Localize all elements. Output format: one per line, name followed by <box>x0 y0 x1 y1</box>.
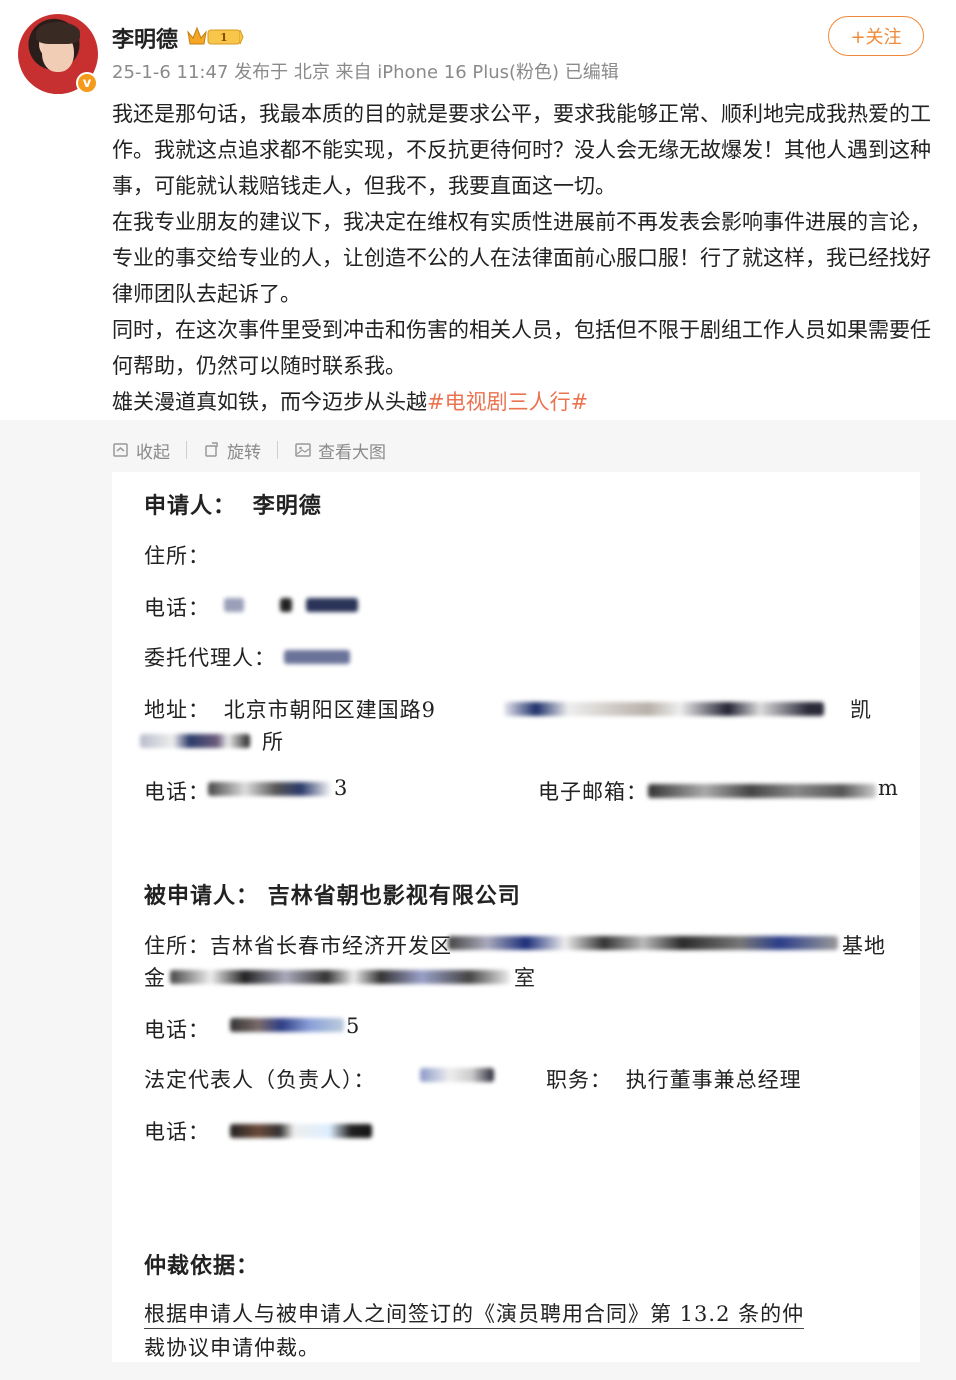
applicant-label: 申请人： <box>144 493 237 519</box>
phone-label: 电话： <box>144 596 210 620</box>
svg-text:1: 1 <box>220 31 228 44</box>
rotate-icon <box>205 442 218 457</box>
vip-crown-icon[interactable]: 1 <box>186 24 244 48</box>
post-text: 我还是那句话，我最本质的目的就是要求公平，要求我能够正常、顺利地完成我热爱的工作… <box>112 96 932 420</box>
respondent-residence: 住所：吉林省长春市经济开发区 <box>144 934 452 958</box>
respondent-line: 被申请人： 吉林省朝也影视有限公司 <box>144 878 521 910</box>
legal-rep-label: 法定代表人（负责人）： <box>144 1068 376 1092</box>
redaction <box>420 1068 494 1082</box>
arbitration-document-image[interactable]: 申请人： 李明德 住所： 电话： 委托代理人： 地址： 北京市朝阳区建国路9 凯… <box>112 472 920 1362</box>
image-toolbar: 收起 旋转 查看大图 <box>112 436 386 464</box>
redaction <box>224 598 244 612</box>
hashtag-link[interactable]: #电视剧三人行# <box>427 390 588 414</box>
rotate-label: 旋转 <box>227 442 261 463</box>
collapse-icon <box>113 443 128 457</box>
redaction <box>230 1018 344 1032</box>
post-meta: 25-1-6 11:47 发布于 北京 来自 iPhone 16 Plus(粉色… <box>112 62 619 83</box>
respondent-phone-label: 电话： <box>144 1018 210 1042</box>
basis-label: 仲裁依据： <box>144 1253 260 1279</box>
redaction <box>306 598 358 612</box>
divider <box>277 441 278 459</box>
legal-phone-label: 电话： <box>144 1120 210 1144</box>
email-end: m <box>878 776 899 800</box>
redaction <box>170 970 510 984</box>
respondent-phone-end: 5 <box>346 1014 361 1038</box>
respondent-name: 吉林省朝也影视有限公司 <box>267 883 521 909</box>
avatar-hair <box>36 22 80 44</box>
view-large-button[interactable]: 查看大图 <box>294 438 386 463</box>
redaction <box>284 650 350 664</box>
post-paragraph: 我还是那句话，我最本质的目的就是要求公平，要求我能够正常、顺利地完成我热爱的工作… <box>112 102 931 198</box>
redaction <box>280 598 292 612</box>
address-value: 北京市朝阳区建国路9 <box>223 698 437 722</box>
respondent-residence-line2: 金 <box>144 966 166 990</box>
phone2-label: 电话： <box>144 780 210 804</box>
post-paragraph: 同时，在这次事件里受到冲击和伤害的相关人员，包括但不限于剧组工作人员如果需要任何… <box>112 318 931 378</box>
rotate-button[interactable]: 旋转 <box>203 438 261 463</box>
address-end: 凯 <box>850 698 872 722</box>
redaction <box>504 702 824 716</box>
post-paragraph: 在我专业朋友的建议下，我决定在维权有实质性进展前不再发表会影响事件进展的言论，专… <box>112 210 931 306</box>
follow-button[interactable]: +关注 <box>828 16 924 56</box>
post-paragraph: 雄关漫道真如铁，而今迈步从头越#电视剧三人行# <box>112 384 932 420</box>
residence-label: 住所： <box>144 544 210 568</box>
applicant-line: 申请人： 李明德 <box>144 488 322 520</box>
address-line: 地址： 北京市朝阳区建国路9 <box>144 694 436 724</box>
redaction <box>208 782 332 796</box>
respondent-label: 被申请人： <box>144 883 260 909</box>
position-line: 职务： 执行董事兼总经理 <box>546 1064 802 1094</box>
position-label: 职务： <box>546 1068 612 1092</box>
divider <box>186 441 187 459</box>
basis-line-2: 裁协议申请仲裁。 <box>144 1332 892 1362</box>
verified-badge-icon: v <box>76 72 98 94</box>
redaction <box>230 1124 372 1138</box>
user-name[interactable]: 李明德 <box>112 22 178 54</box>
basis-line-1: 根据申请人与被申请人之间签订的《演员聘用合同》第 13.2 条的仲 <box>144 1298 805 1329</box>
address-label: 地址： <box>144 698 210 722</box>
post-last-line: 雄关漫道真如铁，而今迈步从头越 <box>112 390 427 414</box>
agent-label: 委托代理人： <box>144 646 276 670</box>
respondent-residence-end: 基地 <box>842 934 886 958</box>
view-large-label: 查看大图 <box>318 442 386 463</box>
applicant-name: 李明德 <box>252 493 322 519</box>
redaction <box>648 784 876 798</box>
email-label: 电子邮箱： <box>538 780 648 804</box>
address-line2-end: 所 <box>262 730 284 754</box>
redaction <box>140 734 250 748</box>
phone2-end: 3 <box>334 776 349 800</box>
collapse-label: 收起 <box>136 442 170 463</box>
position-value: 执行董事兼总经理 <box>625 1068 802 1092</box>
image-icon <box>295 443 311 457</box>
collapse-button[interactable]: 收起 <box>112 438 170 463</box>
redaction <box>448 936 838 950</box>
respondent-residence-line2-end: 室 <box>514 966 536 990</box>
